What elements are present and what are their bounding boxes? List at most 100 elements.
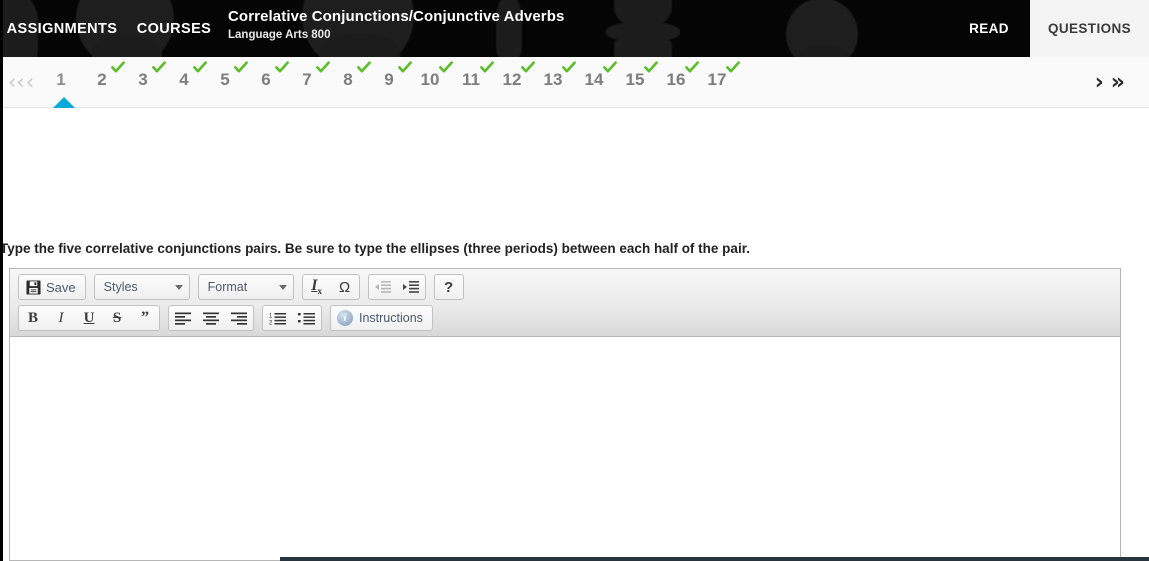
- checkmark-icon: [603, 61, 617, 75]
- chevron-double-left-icon[interactable]: ‹‹: [8, 72, 25, 93]
- question-nav-item-16[interactable]: 16: [661, 57, 702, 108]
- bottom-status-bar: [280, 557, 1149, 561]
- checkmark-icon: [726, 61, 740, 75]
- decrease-indent-icon: [374, 280, 391, 294]
- question-nav-item-1[interactable]: 1: [46, 57, 87, 108]
- increase-indent-button[interactable]: [397, 275, 425, 299]
- save-button-label: Save: [46, 279, 76, 295]
- toolbar-row-1: Save Styles Format Ix Ω ?: [18, 274, 1114, 300]
- tab-questions[interactable]: QUESTIONS: [1030, 0, 1149, 57]
- question-nav-number: 1: [56, 70, 66, 89]
- checkmark-icon: [685, 61, 699, 75]
- special-character-button[interactable]: Ω: [331, 275, 359, 299]
- align-right-icon: [231, 312, 247, 325]
- active-question-marker: [53, 97, 75, 108]
- checkmark-icon: [275, 61, 289, 75]
- svg-text:2: 2: [269, 320, 273, 325]
- nav-courses-button[interactable]: COURSES: [124, 0, 224, 57]
- checkmark-icon: [398, 61, 412, 75]
- question-nav-item-10[interactable]: 10: [415, 57, 456, 108]
- instructions-button[interactable]: i Instructions: [331, 306, 432, 330]
- styles-dropdown-label: Styles: [103, 280, 138, 294]
- question-nav-item-5[interactable]: 5: [210, 57, 251, 108]
- align-left-icon: [175, 312, 191, 325]
- align-left-button[interactable]: [169, 306, 197, 330]
- italic-button[interactable]: I: [47, 306, 75, 330]
- checkmark-icon: [152, 61, 166, 75]
- svg-text:1: 1: [269, 313, 273, 319]
- format-dropdown[interactable]: Format: [197, 274, 294, 300]
- question-nav-item-6[interactable]: 6: [251, 57, 292, 108]
- nav-prev-controls: ‹‹ ‹: [8, 57, 34, 108]
- checkmark-icon: [480, 61, 494, 75]
- chevron-right-icon[interactable]: ›: [1095, 71, 1104, 94]
- question-nav-item-12[interactable]: 12: [497, 57, 538, 108]
- toolbar-group-help: ?: [433, 274, 464, 300]
- decrease-indent-button[interactable]: [369, 275, 397, 299]
- course-subtitle: Language Arts 800: [228, 29, 331, 41]
- checkmark-icon: [357, 61, 371, 75]
- header-mode-tabs: READ QUESTIONS: [948, 0, 1149, 57]
- toolbar-group-indent: [367, 274, 426, 300]
- toolbar-group-text-style: B I U S ”: [18, 305, 160, 331]
- bold-button[interactable]: B: [19, 306, 47, 330]
- question-nav-item-8[interactable]: 8: [333, 57, 374, 108]
- app-header: ASSIGNMENTS COURSES Correlative Conjunct…: [0, 0, 1149, 57]
- checkmark-icon: [644, 61, 658, 75]
- question-number-list: 1 2 3 4 5 6 7 8 9 10 11 12 13 14 15 16 17: [46, 57, 743, 108]
- toolbar-group-instructions: i Instructions: [330, 305, 433, 331]
- checkmark-icon: [193, 61, 207, 75]
- question-content-area: Type the five correlative conjunctions p…: [0, 108, 1149, 561]
- chevron-down-icon: [278, 284, 287, 290]
- numbered-list-button[interactable]: 1 2: [263, 306, 292, 330]
- question-nav-item-3[interactable]: 3: [128, 57, 169, 108]
- checkmark-icon: [521, 61, 535, 75]
- remove-format-icon: Ix: [311, 277, 322, 297]
- lesson-title: Correlative Conjunctions/Conjunctive Adv…: [228, 8, 565, 25]
- info-icon: i: [337, 310, 353, 326]
- styles-dropdown[interactable]: Styles: [93, 274, 190, 300]
- question-nav-item-13[interactable]: 13: [538, 57, 579, 108]
- editor-text-area[interactable]: [9, 337, 1121, 561]
- format-dropdown-label: Format: [207, 280, 248, 294]
- numbered-list-icon: 1 2: [269, 312, 286, 325]
- rich-text-editor: Save Styles Format Ix Ω ? B I U S ” 1 2 …: [9, 268, 1121, 561]
- chevron-down-icon: [174, 284, 183, 290]
- strikethrough-button[interactable]: S: [103, 306, 131, 330]
- instructions-button-label: Instructions: [359, 311, 423, 325]
- toolbar-group-lists: 1 2: [262, 305, 322, 331]
- question-nav-item-2[interactable]: 2: [87, 57, 128, 108]
- question-nav-item-15[interactable]: 15: [620, 57, 661, 108]
- left-edge-strip: [0, 0, 3, 561]
- checkmark-icon: [316, 61, 330, 75]
- align-center-button[interactable]: [197, 306, 225, 330]
- question-nav-item-9[interactable]: 9: [374, 57, 415, 108]
- save-button[interactable]: Save: [19, 275, 85, 299]
- align-center-icon: [203, 312, 219, 325]
- toolbar-group-format-tools: Ix Ω: [301, 274, 360, 300]
- nav-next-controls: › »: [1095, 57, 1125, 108]
- blockquote-button[interactable]: ”: [131, 306, 159, 330]
- checkmark-icon: [439, 61, 453, 75]
- nav-assignments-button[interactable]: ASSIGNMENTS: [0, 0, 124, 57]
- checkmark-icon: [234, 61, 248, 75]
- question-navigation-bar: ‹‹ ‹ 1 2 3 4 5 6 7 8 9 10 11 12 13 14 15 16 17 › »: [0, 57, 1149, 108]
- toolbar-group-alignment: [168, 305, 254, 331]
- question-nav-item-11[interactable]: 11: [456, 57, 497, 108]
- checkmark-icon: [562, 61, 576, 75]
- remove-format-button[interactable]: Ix: [303, 275, 331, 299]
- question-nav-item-4[interactable]: 4: [169, 57, 210, 108]
- align-right-button[interactable]: [225, 306, 253, 330]
- question-nav-item-17[interactable]: 17: [702, 57, 743, 108]
- checkmark-icon: [111, 61, 125, 75]
- chevron-double-right-icon[interactable]: »: [1111, 71, 1125, 94]
- chevron-left-icon[interactable]: ‹: [26, 72, 34, 93]
- tab-read[interactable]: READ: [948, 0, 1030, 57]
- question-nav-item-7[interactable]: 7: [292, 57, 333, 108]
- underline-button[interactable]: U: [75, 306, 103, 330]
- bulleted-list-button[interactable]: [292, 306, 321, 330]
- question-nav-item-14[interactable]: 14: [579, 57, 620, 108]
- increase-indent-icon: [402, 280, 419, 294]
- help-button[interactable]: ?: [435, 275, 463, 299]
- editor-toolbar: Save Styles Format Ix Ω ? B I U S ” 1 2 …: [9, 268, 1121, 337]
